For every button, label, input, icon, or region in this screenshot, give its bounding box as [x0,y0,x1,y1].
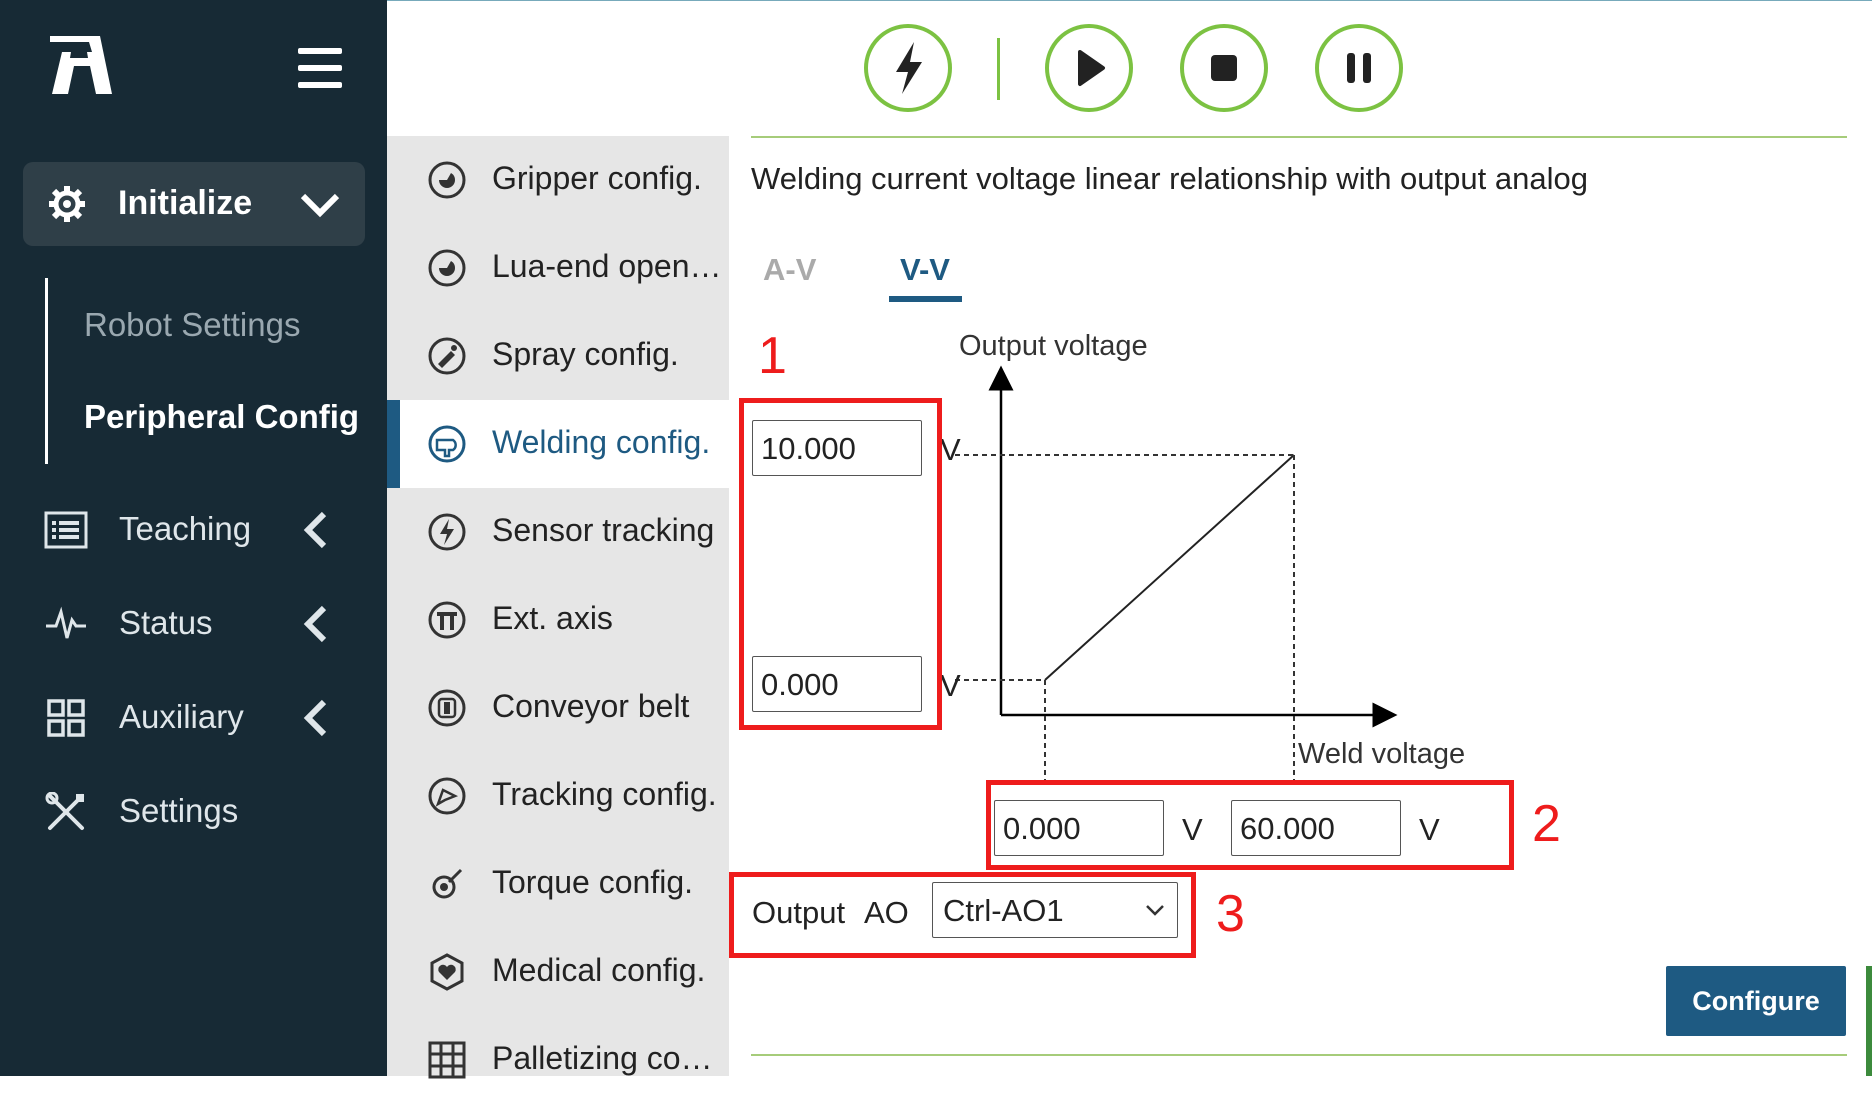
menu-item-palletizing[interactable]: Palletizing co… [387,1016,729,1104]
submenu-line [45,278,48,464]
menu-item-torque[interactable]: Torque config. [387,840,729,928]
sidebar: Initialize Robot Settings Peripheral Con… [0,0,387,1076]
tools-icon [45,792,84,830]
sidebar-item-auxiliary[interactable]: Auxiliary [0,682,387,752]
tab-v-v[interactable]: V-V [900,252,950,288]
menu-item-label: Tracking config. [492,776,717,812]
menu-item-label: Medical config. [492,952,706,988]
lightning-icon [896,42,922,94]
pause-button[interactable] [1315,24,1403,112]
grid-icon [47,699,85,737]
welding-icon [428,425,466,463]
sidebar-item-peripheral-config[interactable]: Peripheral Config [84,398,359,436]
tracking-icon [428,777,466,815]
sidebar-item-label: Settings [119,792,239,829]
menu-toggle-icon[interactable] [298,48,342,88]
linear-relation-diagram [955,365,1398,780]
ext-axis-icon [428,601,466,639]
conveyor-icon [428,689,466,727]
chevron-left-icon [303,511,327,549]
sidebar-item-settings[interactable]: Settings [0,776,387,846]
menu-item-label: Palletizing co… [492,1040,713,1076]
menu-item-sensor-tracking[interactable]: Sensor tracking [387,488,729,576]
menu-item-label: Lua-end open… [492,248,722,284]
chevron-down-icon [300,193,340,218]
content-bottom-divider [751,1054,1847,1056]
sidebar-item-status[interactable]: Status [0,588,387,658]
active-tab-indicator [889,296,962,302]
logo-icon [50,36,112,94]
menu-item-lua-end[interactable]: Lua-end open… [387,224,729,312]
annotation-box-1 [739,398,942,730]
torque-icon [432,868,463,899]
annotation-number-3: 3 [1216,885,1245,943]
content-top-divider [751,136,1847,138]
peripheral-menu: Gripper config. Lua-end open… Spray conf… [387,136,729,1079]
play-icon [1078,50,1105,86]
lua-end-icon [428,249,466,287]
menu-item-tracking[interactable]: Tracking config. [387,752,729,840]
menu-item-conveyor[interactable]: Conveyor belt [387,664,729,752]
pause-icon [1347,53,1371,83]
menu-item-label: Ext. axis [492,600,613,636]
sidebar-item-label: Teaching [119,510,252,547]
stop-icon [1211,55,1237,81]
sidebar-item-label: Auxiliary [119,698,244,735]
toolbar-separator [997,38,1000,100]
annotation-box-2 [986,780,1514,870]
list-icon [44,511,88,549]
sidebar-item-teaching[interactable]: Teaching [0,494,387,564]
chevron-left-icon [303,699,327,737]
configure-button[interactable]: Configure [1666,966,1846,1036]
scrollbar[interactable] [1866,966,1872,1076]
menu-item-ext-axis[interactable]: Ext. axis [387,576,729,664]
page-title: Welding current voltage linear relations… [751,161,1588,196]
menu-item-spray[interactable]: Spray config. [387,312,729,400]
gripper-icon [428,161,466,199]
medical-icon [430,953,464,991]
enable-button[interactable] [864,24,952,112]
annotation-box-3 [729,872,1196,958]
gear-icon [49,186,85,222]
menu-item-medical[interactable]: Medical config. [387,928,729,1016]
menu-item-welding[interactable]: Welding config. [387,400,729,488]
stop-button[interactable] [1180,24,1268,112]
sidebar-item-robot-settings[interactable]: Robot Settings [84,306,300,344]
menu-item-label: Conveyor belt [492,688,690,724]
pulse-icon [46,606,86,639]
menu-item-label: Gripper config. [492,160,702,196]
sidebar-item-label: Status [119,604,213,641]
menu-item-label: Torque config. [492,864,694,900]
unit-label: V [940,432,961,467]
menu-item-gripper[interactable]: Gripper config. [387,136,729,224]
tab-a-v[interactable]: A-V [763,252,816,288]
annotation-number-2: 2 [1532,795,1561,853]
x-axis-label: Weld voltage [1298,738,1466,770]
y-axis-label: Output voltage [959,330,1148,362]
lightning-icon [428,513,466,551]
unit-label: V [940,668,961,703]
initialize-label: Initialize [118,184,253,222]
chevron-left-icon [303,605,327,643]
spray-icon [428,337,466,375]
relation-line [1044,454,1295,681]
menu-item-label: Spray config. [492,336,679,372]
annotation-number-1: 1 [758,327,787,385]
palletizing-icon [428,1041,466,1079]
play-button[interactable] [1045,24,1133,112]
menu-item-label: Sensor tracking [492,512,715,548]
initialize-menu[interactable]: Initialize [23,162,365,246]
menu-item-label: Welding config. [492,424,711,460]
top-border [387,0,1872,1]
